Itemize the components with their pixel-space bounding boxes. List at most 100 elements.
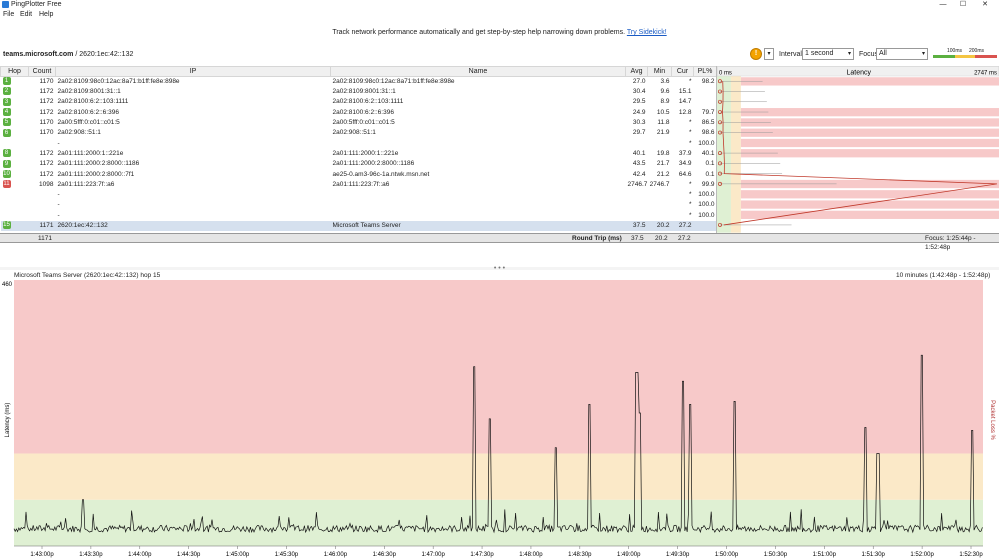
packet-loss-bar: [740, 200, 999, 209]
x-tick-label: 1:52:30p: [959, 552, 983, 558]
cell-hop: [1, 190, 29, 200]
cell-min: [648, 190, 672, 200]
sidekick-link[interactable]: Try Sidekick!: [627, 29, 667, 36]
chevron-down-icon: ▾: [921, 51, 925, 57]
cell-cur: *: [688, 180, 692, 188]
table-row[interactable]: 8 1172 2a01:111:2000:1::221e 2a01:111:2000:…: [1, 149, 717, 159]
table-row[interactable]: 2 1172 2a02:8109:8001:31::1 2a02:8109:8001:…: [1, 87, 717, 97]
cell-cur: 34.9: [678, 160, 692, 168]
cell-count: 1170: [39, 78, 54, 85]
maximize-button[interactable]: ☐: [956, 0, 970, 9]
cell-cur: *: [688, 119, 692, 127]
scale-red: [975, 55, 997, 58]
cell-avg: [626, 190, 648, 200]
hop-badge: 1: [2, 77, 11, 86]
col-count[interactable]: Count: [28, 66, 56, 77]
cell-avg: [626, 211, 648, 221]
alert-dropdown-button[interactable]: ▾: [764, 48, 774, 60]
col-hop[interactable]: Hop: [0, 66, 29, 77]
close-button[interactable]: ✕: [978, 0, 992, 9]
latency-max-label: 2747 ms: [974, 70, 997, 76]
table-row[interactable]: - * 100.0: [1, 200, 717, 210]
cell-min: 10.5: [656, 108, 670, 116]
table-row[interactable]: 10 1172 2a01:111:2000:2:8000::7f1 ae25-0.am…: [1, 169, 717, 179]
hop-badge: 10: [2, 169, 11, 178]
col-pl[interactable]: PL%: [693, 66, 717, 77]
hop-badge: 4: [2, 108, 11, 117]
col-cur[interactable]: Cur: [671, 66, 694, 77]
cell-cur: 15.1: [678, 88, 692, 96]
table-row[interactable]: 4 1172 2a02:8100:6:2::6:396 2a02:8100:6:2::…: [1, 108, 717, 118]
cell-hop: [1, 138, 29, 148]
cell-avg: 40.1: [632, 149, 646, 157]
menu-file[interactable]: File: [3, 10, 14, 19]
packet-loss-bar: [740, 210, 999, 219]
latency-overview-panel[interactable]: 0 ms Latency 2747 ms: [716, 66, 999, 233]
cell-ip: 2a01:111:2000:1::221e: [57, 149, 124, 157]
cell-avg: 42.4: [632, 170, 646, 178]
cell-min: 2746.7: [649, 180, 670, 188]
interval-value: 1 second: [805, 50, 834, 57]
table-row[interactable]: 6 1170 2a02:908::51:1 2a02:908::51:1 29.7 21.…: [1, 128, 717, 138]
cell-hop: [1, 200, 29, 210]
cell-name: [331, 211, 626, 221]
timeline-range[interactable]: 10 minutes (1:42:48p - 1:52:48p): [896, 271, 990, 280]
cell-min: 21.2: [656, 170, 670, 178]
cell-count: 1172: [39, 98, 54, 106]
alert-icon[interactable]: !: [750, 48, 762, 60]
table-row[interactable]: 11 1098 2a01:111:223:7f::a6 2a01:111:223:7f…: [1, 180, 717, 190]
cell-hop: 1: [1, 77, 29, 88]
summary-label: Round Trip (ms): [572, 235, 622, 242]
latency-timeline-chart[interactable]: 460 Latency (ms) Packet Loss % 1:43:00p 1:43…: [0, 280, 999, 558]
interval-select[interactable]: 1 second ▾: [802, 48, 854, 60]
cell-cur: 64.6: [678, 170, 692, 178]
table-row[interactable]: 9 1172 2a01:111:2000:2:8000::1186 2a01:111:…: [1, 159, 717, 169]
cell-pl: 0.1: [705, 170, 715, 178]
cell-count: [29, 138, 56, 148]
cell-cur: *: [688, 139, 692, 147]
cell-ip: 2a01:111:2000:2:8000::1186: [57, 160, 140, 168]
cell-name: [331, 138, 626, 148]
x-tick-label: 1:44:00p: [128, 552, 152, 558]
table-row[interactable]: - * 100.0: [1, 190, 717, 200]
cell-pl: 100.0: [698, 139, 715, 147]
cell-cur: 14.7: [678, 98, 692, 106]
menu-help[interactable]: Help: [39, 10, 53, 19]
cell-pl: 40.1: [701, 149, 715, 157]
cell-count: 1172: [39, 108, 54, 116]
table-row[interactable]: - * 100.0: [1, 138, 717, 148]
cell-pl: 100.0: [698, 201, 715, 209]
table-row[interactable]: 3 1172 2a02:8100:6:2::103:1111 2a02:8100:6:…: [1, 97, 717, 107]
cell-hop: 10: [1, 169, 29, 179]
cell-hop: 4: [1, 108, 29, 118]
cell-ip: 2a02:8109:8001:31::1: [57, 88, 121, 96]
packet-loss-bar: [740, 77, 999, 86]
table-row[interactable]: 1 1170 2a02:8109:98c0:12ac:8a71:b1ff:fe8e:…: [1, 77, 717, 88]
table-row[interactable]: 5 1170 2a00:5fff:0:c01::c01:5 2a00:5fff:0:c…: [1, 118, 717, 128]
cell-ip: -: [57, 201, 60, 209]
chart-zone-2: [14, 280, 983, 454]
col-ip[interactable]: IP: [55, 66, 331, 77]
cell-cur: *: [688, 78, 692, 85]
cell-ip: 2a02:908::51:1: [57, 129, 101, 137]
menu-edit[interactable]: Edit: [20, 10, 32, 19]
packet-loss-bar: [740, 118, 999, 127]
minimize-button[interactable]: —: [936, 0, 950, 9]
focus-select[interactable]: All ▾: [876, 48, 928, 60]
pane-splitter[interactable]: • • •: [0, 265, 999, 272]
table-row[interactable]: - * 100.0: [1, 211, 717, 221]
target-address[interactable]: teams.microsoft.com / 2620:1ec:42::132: [3, 50, 133, 59]
x-tick-label: 1:48:30p: [568, 552, 592, 558]
round-trip-summary: 1171 Round Trip (ms) 37.5 20.2 27.2 Focu…: [0, 233, 999, 251]
cell-hop: 15: [0, 220, 29, 232]
col-name[interactable]: Name: [330, 66, 626, 77]
summary-min: 20.2: [655, 235, 668, 242]
cell-pl: 98.2: [701, 78, 715, 85]
yellow-zone: [730, 76, 741, 233]
target-ip: / 2620:1ec:42::132: [73, 51, 134, 58]
col-avg[interactable]: Avg: [625, 66, 648, 77]
cell-min: 9.6: [660, 88, 670, 96]
x-tick-label: 1:44:30p: [177, 552, 201, 558]
table-row[interactable]: 15 1171 2620:1ec:42::132 Microsoft Teams Se…: [0, 220, 717, 232]
col-min[interactable]: Min: [647, 66, 672, 77]
